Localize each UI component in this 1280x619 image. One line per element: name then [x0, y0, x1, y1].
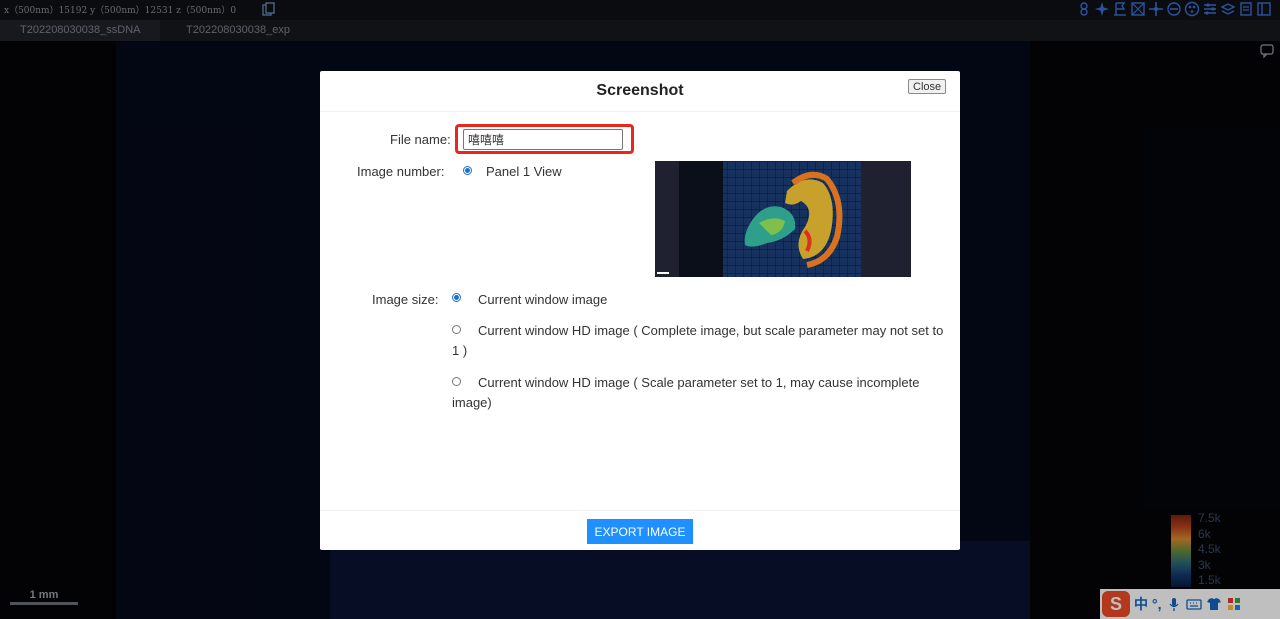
export-image-button[interactable]: EXPORT IMAGE — [587, 519, 693, 544]
close-button[interactable]: Close — [908, 79, 947, 94]
image-size-label: Image size: — [372, 292, 439, 307]
hd-image-scale-label[interactable]: Current window HD image ( Scale paramete… — [452, 373, 947, 413]
file-name-input[interactable] — [463, 129, 623, 150]
panel-1-view-radio[interactable] — [463, 166, 472, 175]
dialog-footer — [320, 510, 960, 511]
hd-image-complete-label[interactable]: Current window HD image ( Complete image… — [452, 321, 947, 361]
image-number-label: Image number: — [357, 164, 445, 179]
file-name-label: File name: — [390, 132, 451, 147]
panel-1-view-label[interactable]: Panel 1 View — [486, 164, 562, 179]
current-window-image-radio[interactable] — [452, 293, 461, 302]
screenshot-dialog: Screenshot Close File name: Image number… — [320, 71, 960, 550]
dialog-title: Screenshot — [596, 82, 684, 99]
screenshot-preview — [655, 161, 911, 277]
dialog-header: Screenshot Close — [320, 71, 960, 112]
current-window-image-label[interactable]: Current window image — [478, 292, 607, 307]
